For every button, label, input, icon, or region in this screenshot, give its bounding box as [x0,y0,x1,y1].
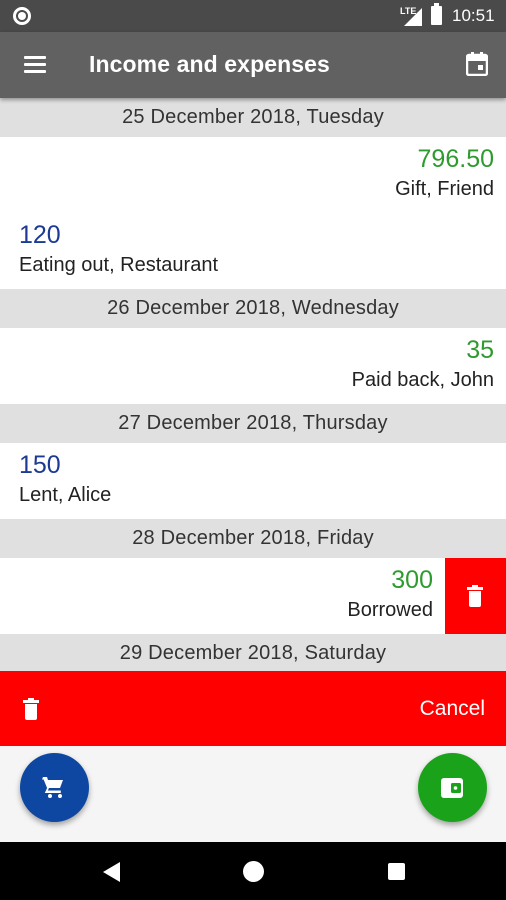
wallet-icon [441,778,463,798]
list-item[interactable]: 796.50 Gift, Friend [0,137,506,213]
back-icon[interactable] [103,862,120,882]
entry-description: Lent, Alice [19,484,112,506]
list-item[interactable]: 120 Eating out, Restaurant [0,213,506,289]
expense-amount: 150 [19,451,61,479]
list-item[interactable]: 150 Lent, Alice [0,443,506,519]
recent-apps-icon[interactable] [388,863,405,880]
network-type-label: LTE [400,6,417,16]
battery-icon [431,3,442,25]
add-expense-button[interactable] [20,753,89,822]
date-header: 25 December 2018, Tuesday [0,98,506,137]
transactions-list: 25 December 2018, Tuesday 796.50 Gift, F… [0,98,506,673]
shopping-cart-icon [42,777,63,798]
list-item[interactable]: 300 Borrowed [0,558,506,634]
date-header: 29 December 2018, Saturday [0,634,506,673]
app-bar: Income and expenses [0,32,506,98]
entry-description: Paid back, John [351,369,494,391]
entry-description: Borrowed [347,599,433,621]
status-time: 10:51 [452,6,495,25]
date-header: 26 December 2018, Wednesday [0,289,506,328]
menu-icon[interactable] [24,56,46,74]
status-bar: LTE 10:51 [0,0,506,32]
cancel-button[interactable]: Cancel [420,697,485,721]
calendar-icon[interactable] [466,52,488,76]
entry-description: Eating out, Restaurant [19,254,219,276]
system-nav-bar [0,842,506,900]
page-title: Income and expenses [89,51,330,77]
income-amount: 796.50 [417,145,494,173]
date-header: 27 December 2018, Thursday [0,404,506,443]
expense-amount: 120 [19,221,61,249]
trash-icon [23,698,39,720]
list-item[interactable]: 35 Paid back, John [0,328,506,404]
add-income-button[interactable] [418,753,487,822]
notification-circle-icon [13,7,31,25]
delete-confirm-bar: Cancel [0,671,506,746]
trash-icon [467,585,483,607]
home-icon[interactable] [243,861,264,882]
income-amount: 35 [466,336,494,364]
date-header: 28 December 2018, Friday [0,519,506,558]
entry-description: Gift, Friend [395,178,494,200]
income-amount: 300 [391,566,433,594]
delete-entry-button[interactable] [445,558,506,634]
